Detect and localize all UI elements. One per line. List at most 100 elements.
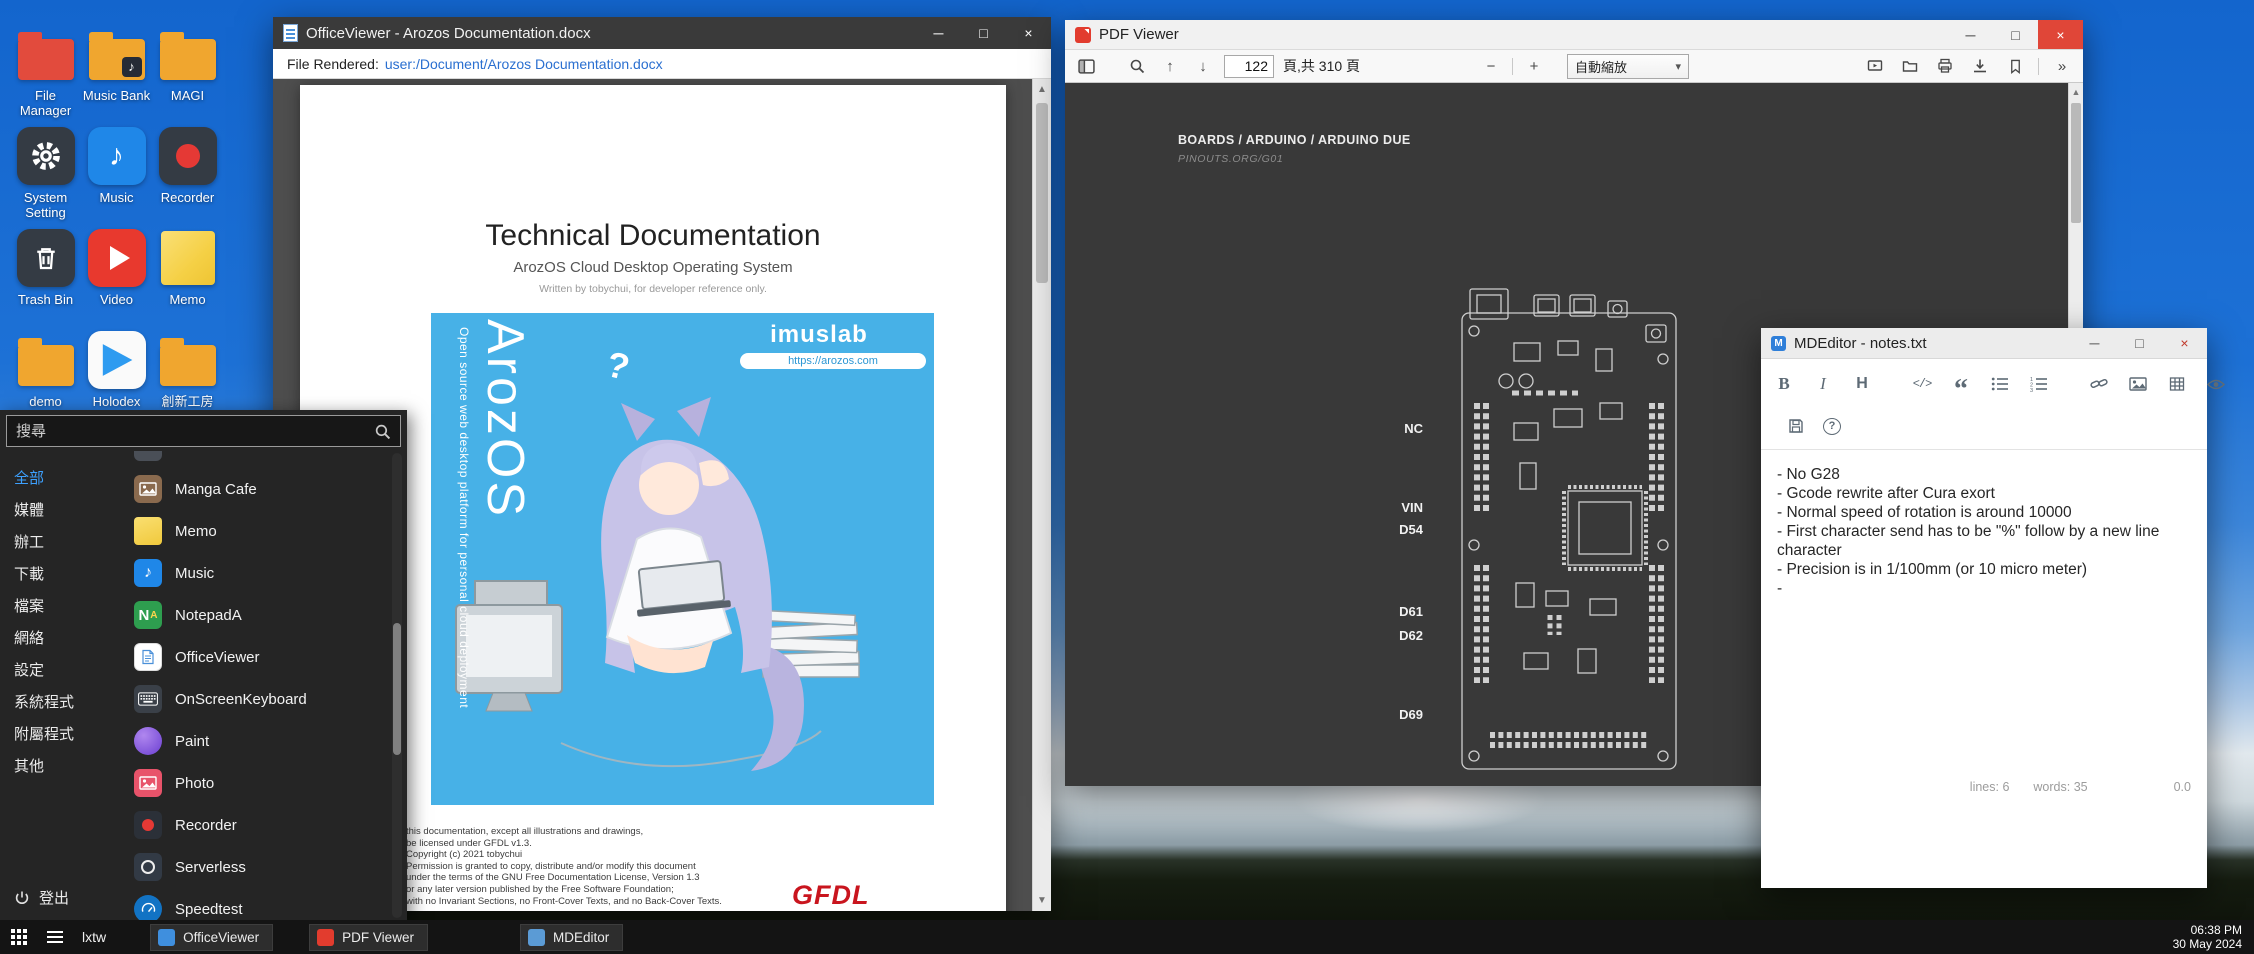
mdeditor-close-button[interactable]: × [2162,328,2207,358]
markdown-editor-textarea[interactable]: - No G28 - Gcode rewrite after Cura exor… [1761,450,2191,598]
pdfviewer-minimize-button[interactable]: ─ [1948,20,1993,49]
code-button[interactable]: </> [1913,373,1931,395]
previous-page-icon[interactable]: ↑ [1158,53,1182,79]
officeviewer-scrollbar[interactable]: ▲ ▼ [1032,79,1051,911]
license-text-block: this documentation, except all illustrat… [406,826,722,907]
officeviewer-close-button[interactable]: × [1006,17,1051,49]
app-item-serverless[interactable]: Serverless [134,846,383,888]
help-button[interactable]: ? [1823,418,1841,435]
zoom-out-icon[interactable]: − [1479,53,1503,79]
mdeditor-titlebar[interactable]: M MDEditor - notes.txt ─ □ × [1761,328,2207,359]
app-label: Music [175,565,214,582]
search-input[interactable] [16,423,374,440]
category-office[interactable]: 辦工 [14,525,124,557]
officeviewer-minimize-button[interactable]: ─ [916,17,961,49]
blockquote-button[interactable]: “ [1952,373,1970,395]
app-item-photo[interactable]: Photo [134,762,383,804]
app-item-onscreenkeyboard[interactable]: OnScreenKeyboard [134,678,383,720]
logout-button[interactable]: 登出 [14,887,124,908]
desktop-icon-recorder[interactable]: Recorder [152,124,223,226]
taskbar-item-pdf-viewer[interactable]: PDF Viewer [309,924,428,951]
category-files[interactable]: 檔案 [14,589,124,621]
save-button[interactable] [1787,415,1805,437]
scrollbar-thumb[interactable] [1036,103,1048,283]
page-number-input[interactable] [1224,55,1274,78]
image-button[interactable] [2129,373,2147,395]
pin-label: D61 [1381,604,1423,619]
desktop-icon-file-manager[interactable]: File Manager [10,22,81,124]
category-all[interactable]: 全部 [14,461,124,493]
music-note-icon: ♪ [122,57,142,77]
desktop-icon-magi[interactable]: MAGI [152,22,223,124]
menu-button[interactable] [38,920,72,954]
scrollbar-thumb[interactable] [393,623,401,755]
more-tools-icon[interactable]: » [2050,53,2074,79]
bookmark-icon[interactable] [2003,53,2027,79]
heading-button[interactable]: H [1853,373,1871,395]
category-download[interactable]: 下載 [14,557,124,589]
app-item-memo[interactable]: Memo [134,510,383,552]
mdeditor-maximize-button[interactable]: □ [2117,328,2162,358]
memo-note-icon [134,517,162,545]
preview-eye-button[interactable] [2207,373,2225,395]
category-accessories[interactable]: 附屬程式 [14,717,124,749]
open-file-icon[interactable] [1898,53,1922,79]
taskbar-item-officeviewer[interactable]: OfficeViewer [150,924,273,951]
start-menu-search-box[interactable] [6,415,401,447]
imuslab-logo-text: imuslab [712,321,926,349]
app-list-scrollbar[interactable] [392,453,402,918]
app-item-paint[interactable]: Paint [134,720,383,762]
mdeditor-minimize-button[interactable]: ─ [2072,328,2117,358]
category-network[interactable]: 網絡 [14,621,124,653]
hero-tagline: Open source web desktop platform for per… [457,327,471,708]
sidebar-toggle-icon[interactable] [1074,53,1098,79]
print-icon[interactable] [1933,53,1957,79]
link-button[interactable] [2090,373,2108,395]
table-button[interactable] [2168,373,2186,395]
app-item-manga-cafe[interactable]: Manga Cafe [134,468,383,510]
bold-button[interactable]: B [1775,373,1793,395]
desktop-icon-music-bank[interactable]: ♪ Music Bank [81,22,152,124]
category-media[interactable]: 媒體 [14,493,124,525]
rendered-file-link[interactable]: user:/Document/Arozos Documentation.docx [385,56,663,72]
search-icon[interactable] [1125,53,1149,79]
ordered-list-button[interactable]: 123 [2030,373,2048,395]
desktop-icon-video[interactable]: Video [81,226,152,328]
app-item-speedtest[interactable]: Speedtest [134,888,383,920]
scrollbar-thumb[interactable] [2071,103,2081,223]
next-page-icon[interactable]: ↓ [1191,53,1215,79]
unordered-list-button[interactable] [1991,373,2009,395]
taskbar-clock[interactable]: 06:38 PM 30 May 2024 [2173,923,2254,951]
mdeditor-toolbar: B I H </> “ 123 [1761,359,2207,450]
desktop-icon-label: Holodex [93,394,141,409]
app-item-partial[interactable] [134,451,383,468]
pdfviewer-close-button[interactable]: × [2038,20,2083,49]
officeviewer-maximize-button[interactable]: □ [961,17,1006,49]
taskbar-item-mdeditor[interactable]: MDEditor [520,924,623,951]
officeviewer-titlebar[interactable]: OfficeViewer - Arozos Documentation.docx… [273,17,1051,49]
license-line: this documentation, except all illustrat… [406,826,722,838]
pdfviewer-titlebar[interactable]: PDF Viewer ─ □ × [1065,20,2083,50]
scroll-up-icon[interactable]: ▲ [2072,83,2081,101]
zoom-select[interactable]: 自動縮放 ▾ [1567,54,1689,79]
desktop-icon-memo[interactable]: Memo [152,226,223,328]
desktop-icon-trash-bin[interactable]: Trash Bin [10,226,81,328]
presentation-mode-icon[interactable] [1863,53,1887,79]
desktop-icon-system-setting[interactable]: System Setting [10,124,81,226]
start-button[interactable] [0,920,38,954]
app-item-music[interactable]: ♪ Music [134,552,383,594]
desktop-icon-music[interactable]: ♪ Music [81,124,152,226]
download-icon[interactable] [1968,53,1992,79]
category-settings[interactable]: 設定 [14,653,124,685]
app-item-notepada[interactable]: NA NotepadA [134,594,383,636]
app-item-officeviewer[interactable]: OfficeViewer [134,636,383,678]
scroll-up-icon[interactable]: ▲ [1037,79,1047,100]
category-others[interactable]: 其他 [14,749,124,781]
app-item-recorder[interactable]: Recorder [134,804,383,846]
pdfviewer-maximize-button[interactable]: □ [1993,20,2038,49]
scroll-down-icon[interactable]: ▼ [1037,890,1047,911]
app-label: Photo [175,775,214,792]
italic-button[interactable]: I [1814,373,1832,395]
category-system-programs[interactable]: 系統程式 [14,685,124,717]
zoom-in-icon[interactable]: + [1522,53,1546,79]
